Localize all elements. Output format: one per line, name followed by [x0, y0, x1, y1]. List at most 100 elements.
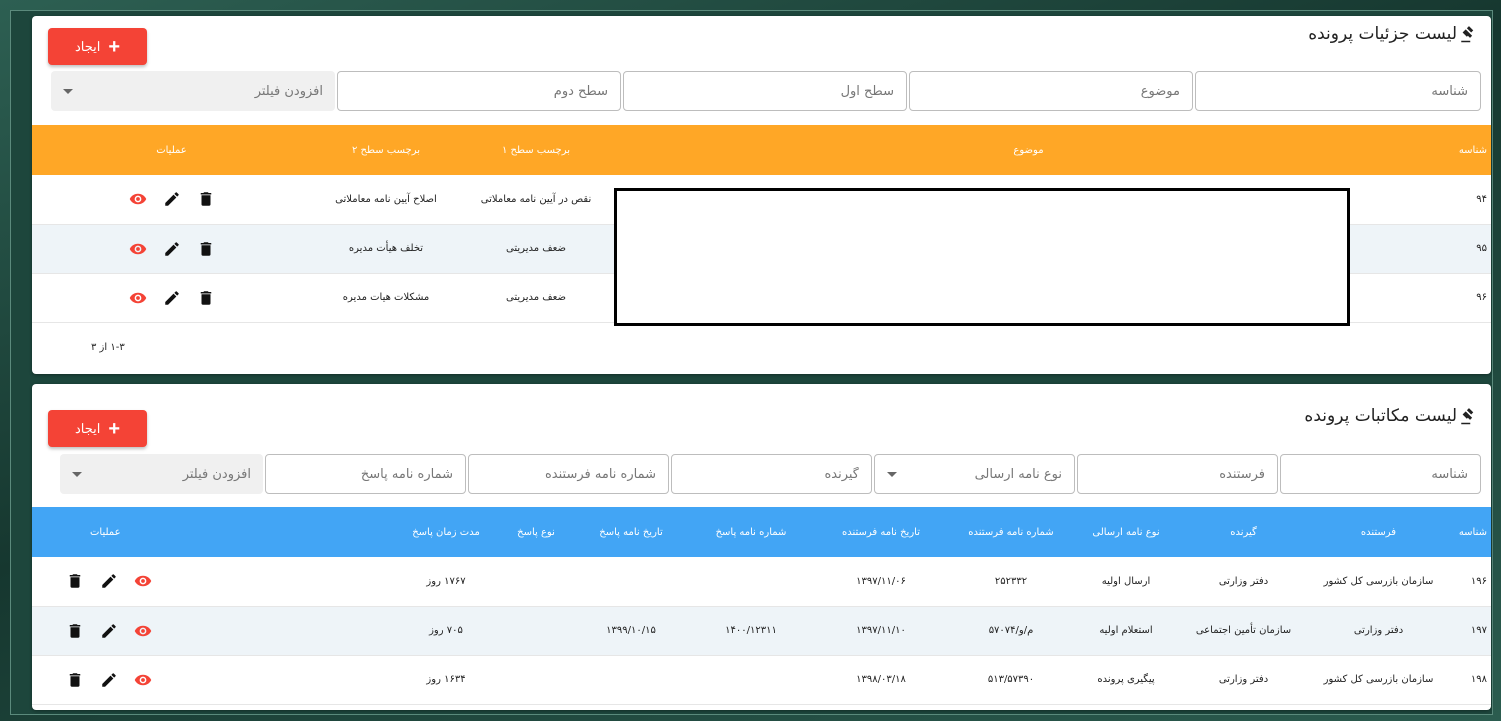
caret-down-icon	[72, 471, 82, 477]
eye-icon[interactable]	[129, 240, 147, 258]
cell-duration: ۱۷۶۷ روز	[396, 557, 496, 607]
col-header-reply-no[interactable]: شماره نامه پاسخ	[686, 507, 816, 557]
cell-reply-type	[496, 557, 576, 607]
details-id-filter[interactable]	[1195, 71, 1481, 111]
cell-id: ۱۹۶	[1446, 557, 1491, 607]
cell-id: ۱۹۸	[1446, 655, 1491, 705]
eye-icon[interactable]	[129, 289, 147, 307]
col-header-receiver[interactable]: گیرنده	[1176, 507, 1311, 557]
details-create-button[interactable]: + ایجاد	[48, 28, 147, 65]
col-header-duration[interactable]: مدت زمان پاسخ	[396, 507, 496, 557]
cell-actions	[32, 606, 396, 656]
letters-add-filter-select[interactable]: افزودن فیلتر	[60, 454, 263, 494]
table-row[interactable]: ۱۹۸ سازمان بازرسی کل کشور دفتر وزارتی پی…	[32, 655, 1491, 705]
letters-add-filter-label: افزودن فیلتر	[182, 466, 251, 482]
col-header-id[interactable]: شناسه	[1446, 125, 1491, 175]
pencil-icon[interactable]	[100, 671, 118, 689]
cell-sender-date: ۱۳۹۸/۰۳/۱۸	[816, 655, 946, 705]
col-header-reply-date[interactable]: تاریخ نامه پاسخ	[576, 507, 686, 557]
col-header-sender-no[interactable]: شماره نامه فرستنده	[946, 507, 1076, 557]
eye-icon[interactable]	[134, 622, 152, 640]
cell-reply-date	[576, 557, 686, 607]
cell-reply-date	[576, 655, 686, 705]
letters-title: لیست مکاتبات پرونده	[1304, 406, 1477, 426]
letters-title-text: لیست مکاتبات پرونده	[1304, 406, 1457, 426]
details-level2-filter[interactable]	[337, 71, 621, 111]
cell-level1: ضعف مدیریتی	[461, 224, 611, 274]
details-filter-row: افزودن فیلتر	[48, 71, 1481, 111]
cell-sender: سازمان بازرسی کل کشور	[1311, 655, 1446, 705]
eye-icon[interactable]	[134, 572, 152, 590]
pencil-icon[interactable]	[100, 622, 118, 640]
details-add-filter-select[interactable]: افزودن فیلتر	[51, 71, 335, 111]
cell-sender: سازمان بازرسی کل کشور	[1311, 557, 1446, 607]
trash-icon[interactable]	[66, 622, 84, 640]
cell-sender-no: ۵۱۳/۵۷۳۹۰	[946, 655, 1076, 705]
letters-table-header: شناسه فرستنده گیرنده نوع نامه ارسالی شما…	[32, 507, 1491, 557]
trash-icon[interactable]	[197, 289, 215, 307]
cell-id: ۱۹۷	[1446, 606, 1491, 656]
letters-receiver-filter[interactable]	[671, 454, 872, 494]
cell-duration: ۷۰۵ روز	[396, 606, 496, 656]
eye-icon[interactable]	[134, 671, 152, 689]
eye-icon[interactable]	[129, 190, 147, 208]
col-header-level2[interactable]: برچسب سطح ۲	[311, 125, 461, 175]
letters-filter-row: نوع نامه ارسالی افزودن فیلتر	[48, 454, 1481, 494]
letters-create-label: ایجاد	[74, 420, 101, 436]
letters-sender-filter[interactable]	[1077, 454, 1278, 494]
col-header-level1[interactable]: برچسب سطح ۱	[461, 125, 611, 175]
redaction-box	[614, 188, 1350, 326]
letters-id-filter[interactable]	[1280, 454, 1481, 494]
col-header-sender-date[interactable]: تاریخ نامه فرستنده	[816, 507, 946, 557]
trash-icon[interactable]	[66, 671, 84, 689]
col-header-reply-type[interactable]: نوع پاسخ	[496, 507, 576, 557]
cell-letter-type: پیگیری پرونده	[1076, 655, 1176, 705]
caret-down-icon	[63, 88, 73, 94]
cell-level2: اصلاح آیین نامه معاملاتی	[311, 175, 461, 225]
details-add-filter-label: افزودن فیلتر	[254, 83, 323, 99]
cell-sender-no: ۲۵۲۳۳۲	[946, 557, 1076, 607]
trash-icon[interactable]	[197, 240, 215, 258]
cell-sender-date: ۱۳۹۷/۱۱/۰۶	[816, 557, 946, 607]
cell-id: ۹۵	[1446, 224, 1491, 274]
cell-id: ۹۶	[1446, 273, 1491, 323]
cell-sender-no: م/و/۵۷۰۷۴	[946, 606, 1076, 656]
details-subject-filter[interactable]	[909, 71, 1193, 111]
col-header-id[interactable]: شناسه	[1446, 507, 1491, 557]
pencil-icon[interactable]	[163, 190, 181, 208]
cell-actions	[32, 557, 396, 607]
cell-letter-type: ارسال اولیه	[1076, 557, 1176, 607]
letters-create-button[interactable]: + ایجاد	[48, 410, 147, 447]
details-level1-filter[interactable]	[623, 71, 907, 111]
cell-receiver: دفتر وزارتی	[1176, 557, 1311, 607]
col-header-subject[interactable]: موضوع	[611, 125, 1446, 175]
details-title-text: لیست جزئیات پرونده	[1308, 24, 1457, 44]
letters-table: شناسه فرستنده گیرنده نوع نامه ارسالی شما…	[32, 507, 1491, 705]
pencil-icon[interactable]	[163, 240, 181, 258]
cell-id: ۹۴	[1446, 175, 1491, 225]
cell-sender: دفتر وزارتی	[1311, 606, 1446, 656]
table-row[interactable]: ۱۹۶ سازمان بازرسی کل کشور دفتر وزارتی ار…	[32, 557, 1491, 607]
cell-reply-date: ۱۳۹۹/۱۰/۱۵	[576, 606, 686, 656]
gavel-icon	[1461, 26, 1474, 43]
gavel-icon	[1461, 408, 1474, 425]
cell-reply-no: ۱۴۰۰/۱۲۳۱۱	[686, 606, 816, 656]
pencil-icon[interactable]	[100, 572, 118, 590]
col-header-actions: عملیات	[32, 125, 311, 175]
col-header-letter-type[interactable]: نوع نامه ارسالی	[1076, 507, 1176, 557]
letters-card: لیست مکاتبات پرونده + ایجاد نوع نامه ارس…	[32, 384, 1491, 710]
col-header-sender[interactable]: فرستنده	[1311, 507, 1446, 557]
cell-letter-type: استعلام اولیه	[1076, 606, 1176, 656]
pencil-icon[interactable]	[163, 289, 181, 307]
letters-sender-no-filter[interactable]	[468, 454, 669, 494]
cell-duration: ۱۶۳۴ روز	[396, 655, 496, 705]
caret-down-icon	[887, 471, 897, 477]
trash-icon[interactable]	[66, 572, 84, 590]
letters-type-select[interactable]: نوع نامه ارسالی	[874, 454, 1075, 494]
cell-level2: مشکلات هیات مدیره	[311, 273, 461, 323]
letters-reply-no-filter[interactable]	[265, 454, 466, 494]
cell-sender-date: ۱۳۹۷/۱۱/۱۰	[816, 606, 946, 656]
trash-icon[interactable]	[197, 190, 215, 208]
plus-icon: +	[108, 417, 121, 440]
table-row[interactable]: ۱۹۷ دفتر وزارتی سازمان تأمین اجتماعی است…	[32, 606, 1491, 656]
